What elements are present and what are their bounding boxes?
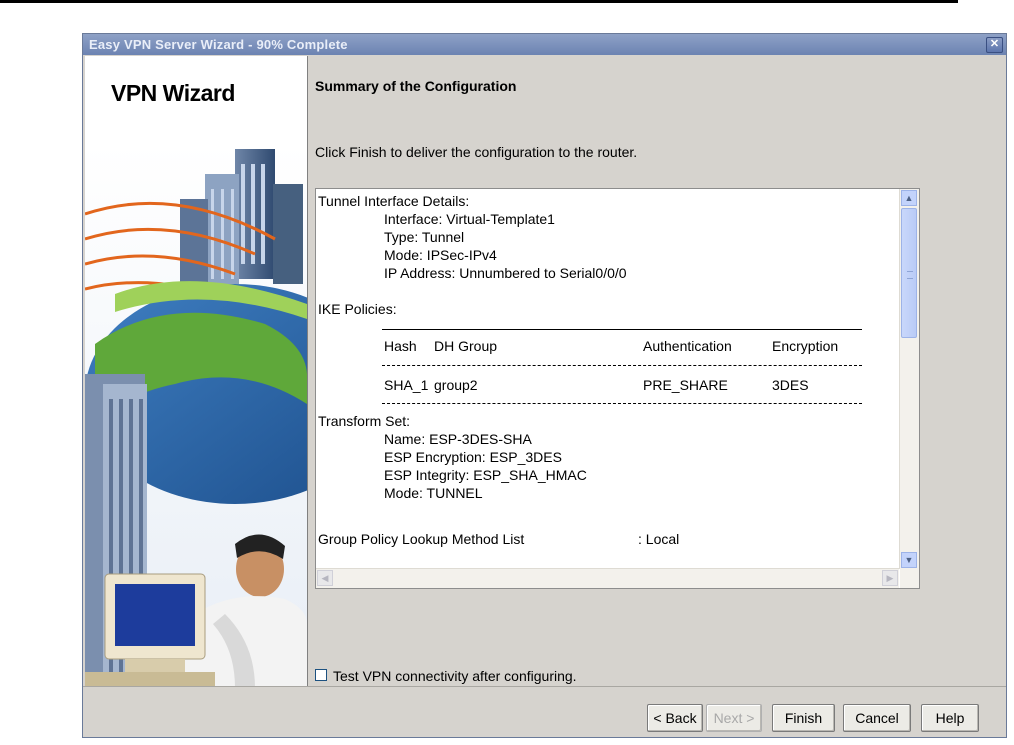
transform-line: Mode: TUNNEL (384, 485, 483, 501)
button-bar: < Back Next > Finish Cancel Help (83, 686, 1006, 737)
cancel-button[interactable]: Cancel (843, 704, 911, 732)
test-vpn-label[interactable]: Test VPN connectivity after configuring. (333, 668, 577, 684)
grip-icon (907, 271, 913, 279)
tunnel-line: Mode: IPSec-IPv4 (384, 247, 497, 263)
ike-cell: group2 (434, 377, 478, 393)
ike-cell: 3DES (772, 377, 809, 393)
ike-cell: PRE_SHARE (643, 377, 728, 393)
next-button: Next > (706, 704, 762, 732)
horizontal-scrollbar[interactable]: ◀ ▶ (316, 568, 899, 588)
group-policy-value: : Local (638, 531, 680, 547)
side-heading: VPN Wizard (111, 80, 235, 106)
wizard-content: Summary of the Configuration Click Finis… (315, 56, 1006, 688)
transform-line: Name: ESP-3DES-SHA (384, 431, 532, 447)
tunnel-line: IP Address: Unnumbered to Serial0/0/0 (384, 265, 627, 281)
page-title: Summary of the Configuration (315, 78, 517, 94)
tunnel-line: Type: Tunnel (384, 229, 465, 245)
ike-table-bottom-rule (382, 403, 862, 404)
scroll-thumb[interactable] (901, 208, 917, 338)
top-divider-line (0, 0, 958, 3)
wizard-side-panel: VPN Wizard (85, 56, 308, 688)
scroll-corner (900, 569, 919, 588)
window-title: Easy VPN Server Wizard - 90% Complete (89, 37, 348, 52)
finish-button[interactable]: Finish (772, 704, 835, 732)
group-policy-label: Group Policy Lookup Method List (318, 531, 525, 547)
ike-column-header: Hash (384, 338, 417, 354)
ike-cell: SHA_1 (384, 377, 429, 393)
back-button[interactable]: < Back (647, 704, 703, 732)
chevron-left-icon[interactable]: ◀ (317, 570, 333, 586)
summary-text-area[interactable]: Tunnel Interface Details: Interface: Vir… (315, 188, 920, 589)
close-icon[interactable]: ✕ (986, 37, 1003, 53)
instruction-text: Click Finish to deliver the configuratio… (315, 144, 638, 160)
ike-table-top-rule (382, 329, 862, 330)
title-bar[interactable]: Easy VPN Server Wizard - 90% Complete ✕ (83, 34, 1006, 55)
help-button[interactable]: Help (921, 704, 979, 732)
vertical-scrollbar[interactable]: ▲ ▼ (899, 189, 919, 569)
ike-column-header: DH Group (434, 338, 498, 354)
test-vpn-checkbox[interactable] (315, 669, 327, 681)
summary-viewport: Tunnel Interface Details: Interface: Vir… (316, 189, 899, 569)
ike-column-header: Encryption (772, 338, 839, 354)
chevron-down-icon[interactable]: ▼ (901, 552, 917, 568)
ike-heading: IKE Policies: (318, 301, 397, 317)
ike-column-header: Authentication (643, 338, 732, 354)
tunnel-line: Interface: Virtual-Template1 (384, 211, 555, 227)
wizard-illustration (85, 144, 307, 688)
chevron-right-icon[interactable]: ▶ (882, 570, 898, 586)
transform-line: ESP Encryption: ESP_3DES (384, 449, 562, 465)
wizard-dialog: Easy VPN Server Wizard - 90% Complete ✕ … (82, 33, 1007, 738)
tunnel-heading: Tunnel Interface Details: (318, 193, 470, 209)
ike-table-header-rule (382, 365, 862, 366)
transform-heading: Transform Set: (318, 413, 411, 429)
chevron-up-icon[interactable]: ▲ (901, 190, 917, 206)
transform-line: ESP Integrity: ESP_SHA_HMAC (384, 467, 587, 483)
